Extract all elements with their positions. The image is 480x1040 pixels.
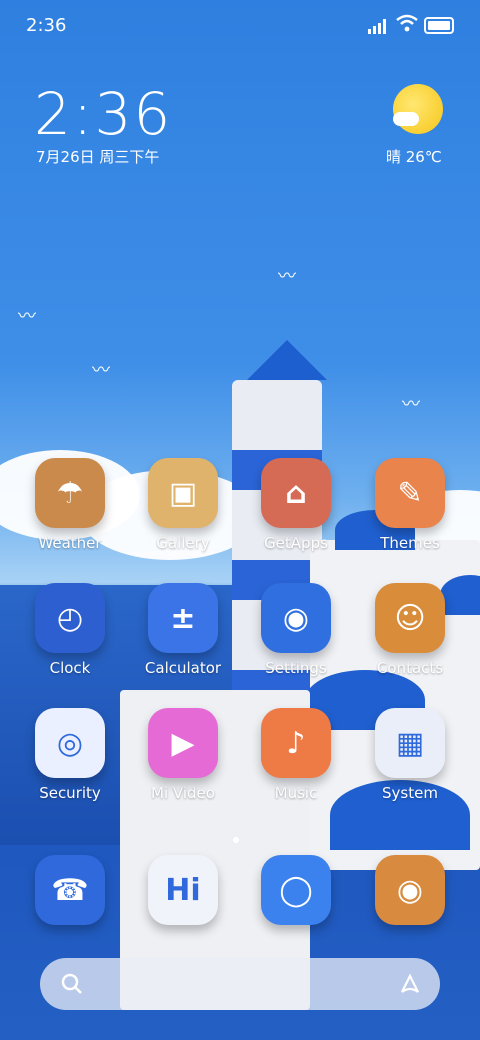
gallery-icon[interactable]: ▣ xyxy=(148,458,218,528)
app-label: Contacts xyxy=(376,659,444,677)
app-label: Themes xyxy=(380,534,440,552)
app-system-folder[interactable]: ▦ System xyxy=(355,708,465,802)
app-getapps[interactable]: ⌂ GetApps xyxy=(241,458,351,552)
app-label: Security xyxy=(39,784,101,802)
app-phone[interactable]: ☎ xyxy=(15,855,125,925)
clock-icon[interactable]: ◴ xyxy=(35,583,105,653)
settings-icon[interactable]: ◉ xyxy=(261,583,331,653)
getapps-icon[interactable]: ⌂ xyxy=(261,458,331,528)
app-settings[interactable]: ◉ Settings xyxy=(241,583,351,677)
app-calculator[interactable]: ± Calculator xyxy=(128,583,238,677)
calculator-icon[interactable]: ± xyxy=(148,583,218,653)
app-label: Calculator xyxy=(144,659,222,677)
search-icon[interactable] xyxy=(60,972,84,996)
clock-widget-time[interactable]: 2:36 xyxy=(34,80,172,148)
app-security[interactable]: ◎ Security xyxy=(15,708,125,802)
app-clock[interactable]: ◴ Clock xyxy=(15,583,125,677)
app-label: Music xyxy=(274,784,318,802)
app-camera[interactable]: ◉ xyxy=(355,855,465,925)
clock-widget-date[interactable]: 7月26日 周三下午 xyxy=(36,146,159,167)
app-label: Weather xyxy=(38,534,102,552)
weather-icon[interactable]: ☂ xyxy=(35,458,105,528)
sunny-cloud-icon[interactable] xyxy=(393,84,443,134)
app-label: System xyxy=(382,784,438,802)
app-weather[interactable]: ☂ Weather xyxy=(15,458,125,552)
app-label: GetApps xyxy=(264,534,328,552)
status-bar: 2:36 xyxy=(0,0,480,50)
app-messages[interactable]: Hi xyxy=(128,855,238,925)
music-icon[interactable]: ♪ xyxy=(261,708,331,778)
contacts-icon[interactable]: ☺ xyxy=(375,583,445,653)
status-time: 2:36 xyxy=(26,15,67,36)
app-gallery[interactable]: ▣ Gallery xyxy=(128,458,238,552)
battery-icon xyxy=(424,17,454,34)
dock-bar xyxy=(40,958,440,1010)
browser-icon[interactable]: ◯ xyxy=(261,855,331,925)
phone-icon[interactable]: ☎ xyxy=(35,855,105,925)
wifi-icon xyxy=(396,14,418,32)
security-icon[interactable]: ◎ xyxy=(35,708,105,778)
signal-icon xyxy=(368,18,390,34)
app-contacts[interactable]: ☺ Contacts xyxy=(355,583,465,677)
mi-video-icon[interactable]: ▶ xyxy=(148,708,218,778)
messages-icon[interactable]: Hi xyxy=(148,855,218,925)
weather-widget-text[interactable]: 晴 26℃ xyxy=(386,146,442,167)
app-label: Gallery xyxy=(156,534,210,552)
camera-icon[interactable]: ◉ xyxy=(375,855,445,925)
page-indicator xyxy=(230,828,242,847)
themes-icon[interactable]: ✎ xyxy=(375,458,445,528)
app-music[interactable]: ♪ Music xyxy=(241,708,351,802)
system-folder-icon[interactable]: ▦ xyxy=(375,708,445,778)
app-browser[interactable]: ◯ xyxy=(241,855,351,925)
app-label: Clock xyxy=(49,659,91,677)
app-label: Mi Video xyxy=(151,784,215,802)
assistant-icon[interactable] xyxy=(398,972,422,996)
app-themes[interactable]: ✎ Themes xyxy=(355,458,465,552)
app-mi-video[interactable]: ▶ Mi Video xyxy=(128,708,238,802)
app-label: Settings xyxy=(265,659,327,677)
